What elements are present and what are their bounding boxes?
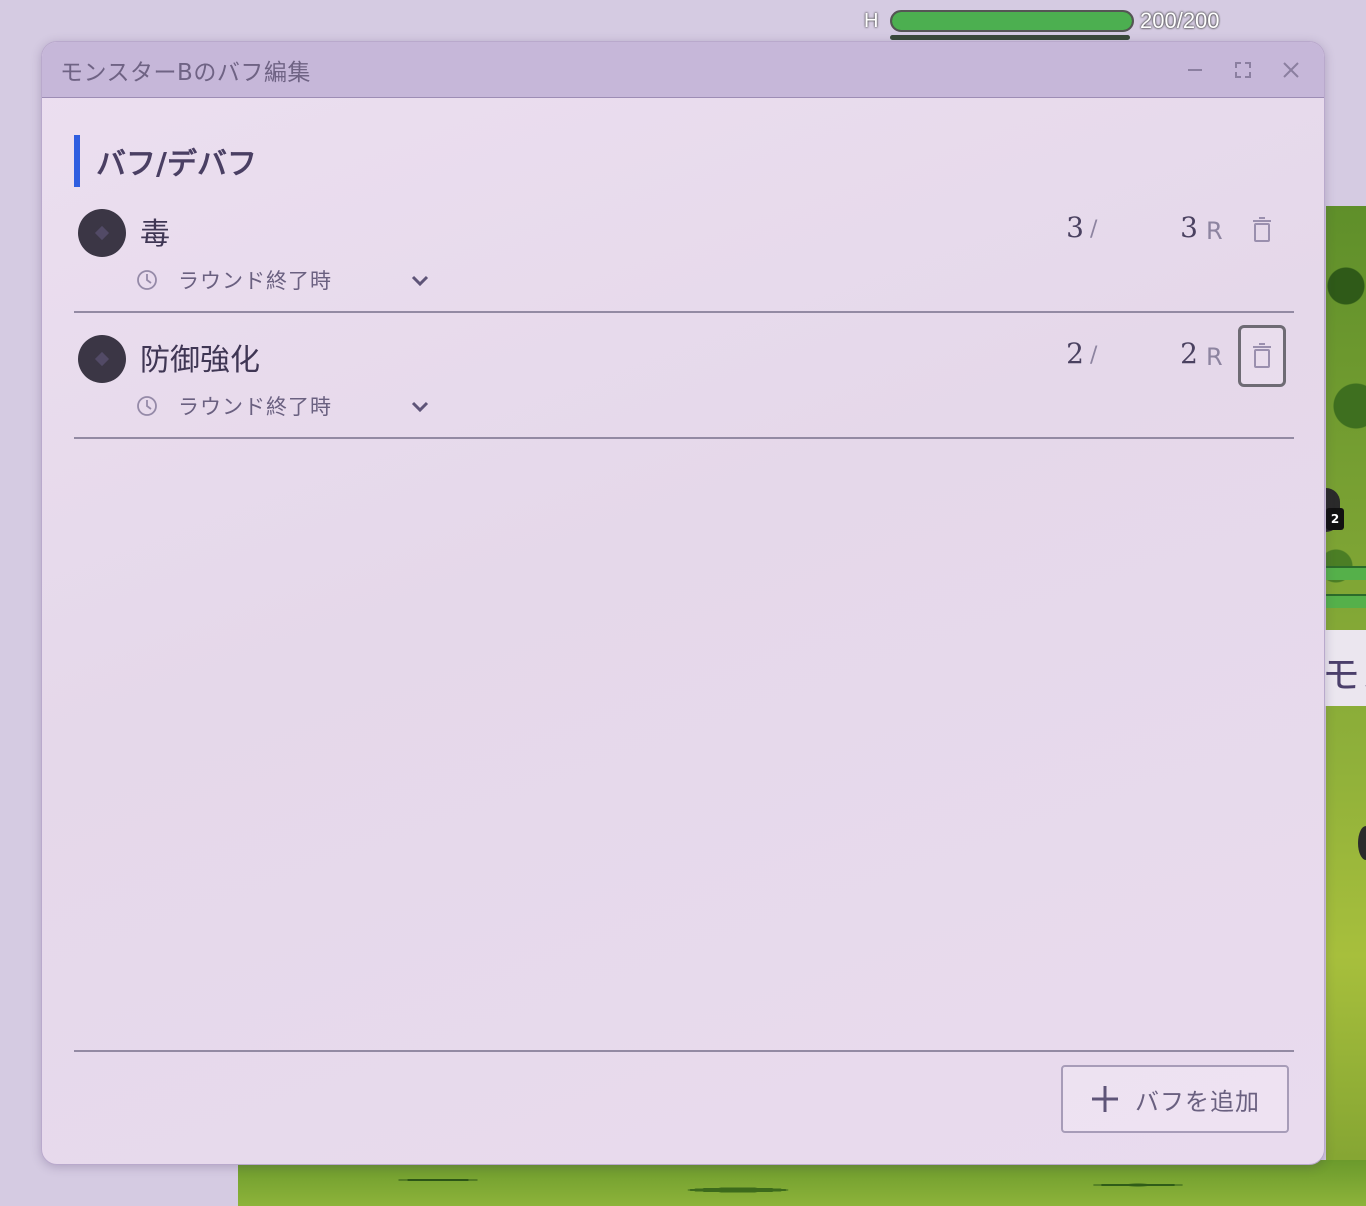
section-header: バフ/デバフ [74, 135, 1294, 187]
buff-unit-label: R [1206, 343, 1223, 371]
buff-timing-select[interactable]: ラウンド終了時 [136, 393, 429, 419]
buff-row: 毒 3 / 3 R ラウンド終了時 [74, 187, 1294, 313]
buff-timing-select[interactable]: ラウンド終了時 [136, 267, 429, 293]
buff-unit-label: R [1206, 217, 1223, 245]
close-button[interactable] [1277, 56, 1305, 84]
add-buff-button[interactable]: バフを追加 [1061, 1065, 1289, 1133]
buff-name[interactable]: 防御強化 [140, 335, 260, 379]
background-name-card-text: モン [1322, 653, 1366, 697]
minimize-icon [1188, 69, 1202, 71]
close-icon [1283, 62, 1299, 78]
trash-icon [1253, 217, 1271, 242]
dialog-titlebar[interactable]: モンスターBのバフ編集 [42, 42, 1324, 98]
background-hp-bar: H 200/200 [864, 8, 1220, 34]
buff-edit-dialog: モンスターBのバフ編集 バフ/デバフ 毒 3 / 3 R ラウンド終了時 防御強… [41, 41, 1325, 1165]
minimize-button[interactable] [1181, 56, 1209, 84]
buff-circle-icon[interactable] [78, 209, 126, 257]
dialog-content: バフ/デバフ 毒 3 / 3 R ラウンド終了時 防御強化 2 / 2 R ラウ… [74, 98, 1294, 439]
plus-icon [1092, 1086, 1118, 1112]
buff-remaining-input[interactable]: 2 [1054, 337, 1084, 370]
buff-duration-input[interactable]: 2 [1168, 337, 1198, 370]
hp-bar-fill [892, 12, 1132, 30]
background-secondary-bar [890, 35, 1130, 40]
buff-row: 防御強化 2 / 2 R ラウンド終了時 [74, 313, 1294, 439]
maximize-button[interactable] [1229, 56, 1257, 84]
buff-separator: / [1090, 217, 1098, 242]
buff-remaining-input[interactable]: 3 [1054, 211, 1084, 244]
background-count-badge: 2 [1326, 508, 1344, 530]
chevron-down-icon [411, 401, 429, 413]
clock-icon [137, 396, 157, 416]
add-buff-label: バフを追加 [1135, 1087, 1260, 1116]
dialog-title: モンスターBのバフ編集 [60, 59, 311, 86]
buff-name[interactable]: 毒 [140, 209, 170, 253]
footer-divider [74, 1050, 1294, 1052]
buff-separator: / [1090, 343, 1098, 368]
background-green-bar [1326, 594, 1366, 608]
delete-buff-button[interactable] [1238, 199, 1286, 261]
buff-duration-input[interactable]: 3 [1168, 211, 1198, 244]
maximize-icon [1235, 62, 1251, 78]
buff-timing-value: ラウンド終了時 [178, 395, 332, 419]
delete-buff-button[interactable] [1238, 325, 1286, 387]
hp-bar-letter: H [864, 9, 879, 32]
chevron-down-icon [411, 275, 429, 287]
buff-circle-icon[interactable] [78, 335, 126, 383]
hp-bar-track [890, 10, 1134, 32]
background-green-bar [1326, 566, 1366, 580]
clock-icon [137, 270, 157, 290]
buff-timing-value: ラウンド終了時 [178, 269, 332, 293]
trash-icon [1253, 343, 1271, 368]
section-accent-bar [74, 135, 80, 187]
background-map [1326, 206, 1366, 1206]
background-map-bottom [238, 1160, 1366, 1206]
section-title: バフ/デバフ [96, 147, 257, 182]
hp-bar-value: 200/200 [1140, 8, 1220, 33]
background-name-card: モン [1320, 630, 1366, 706]
